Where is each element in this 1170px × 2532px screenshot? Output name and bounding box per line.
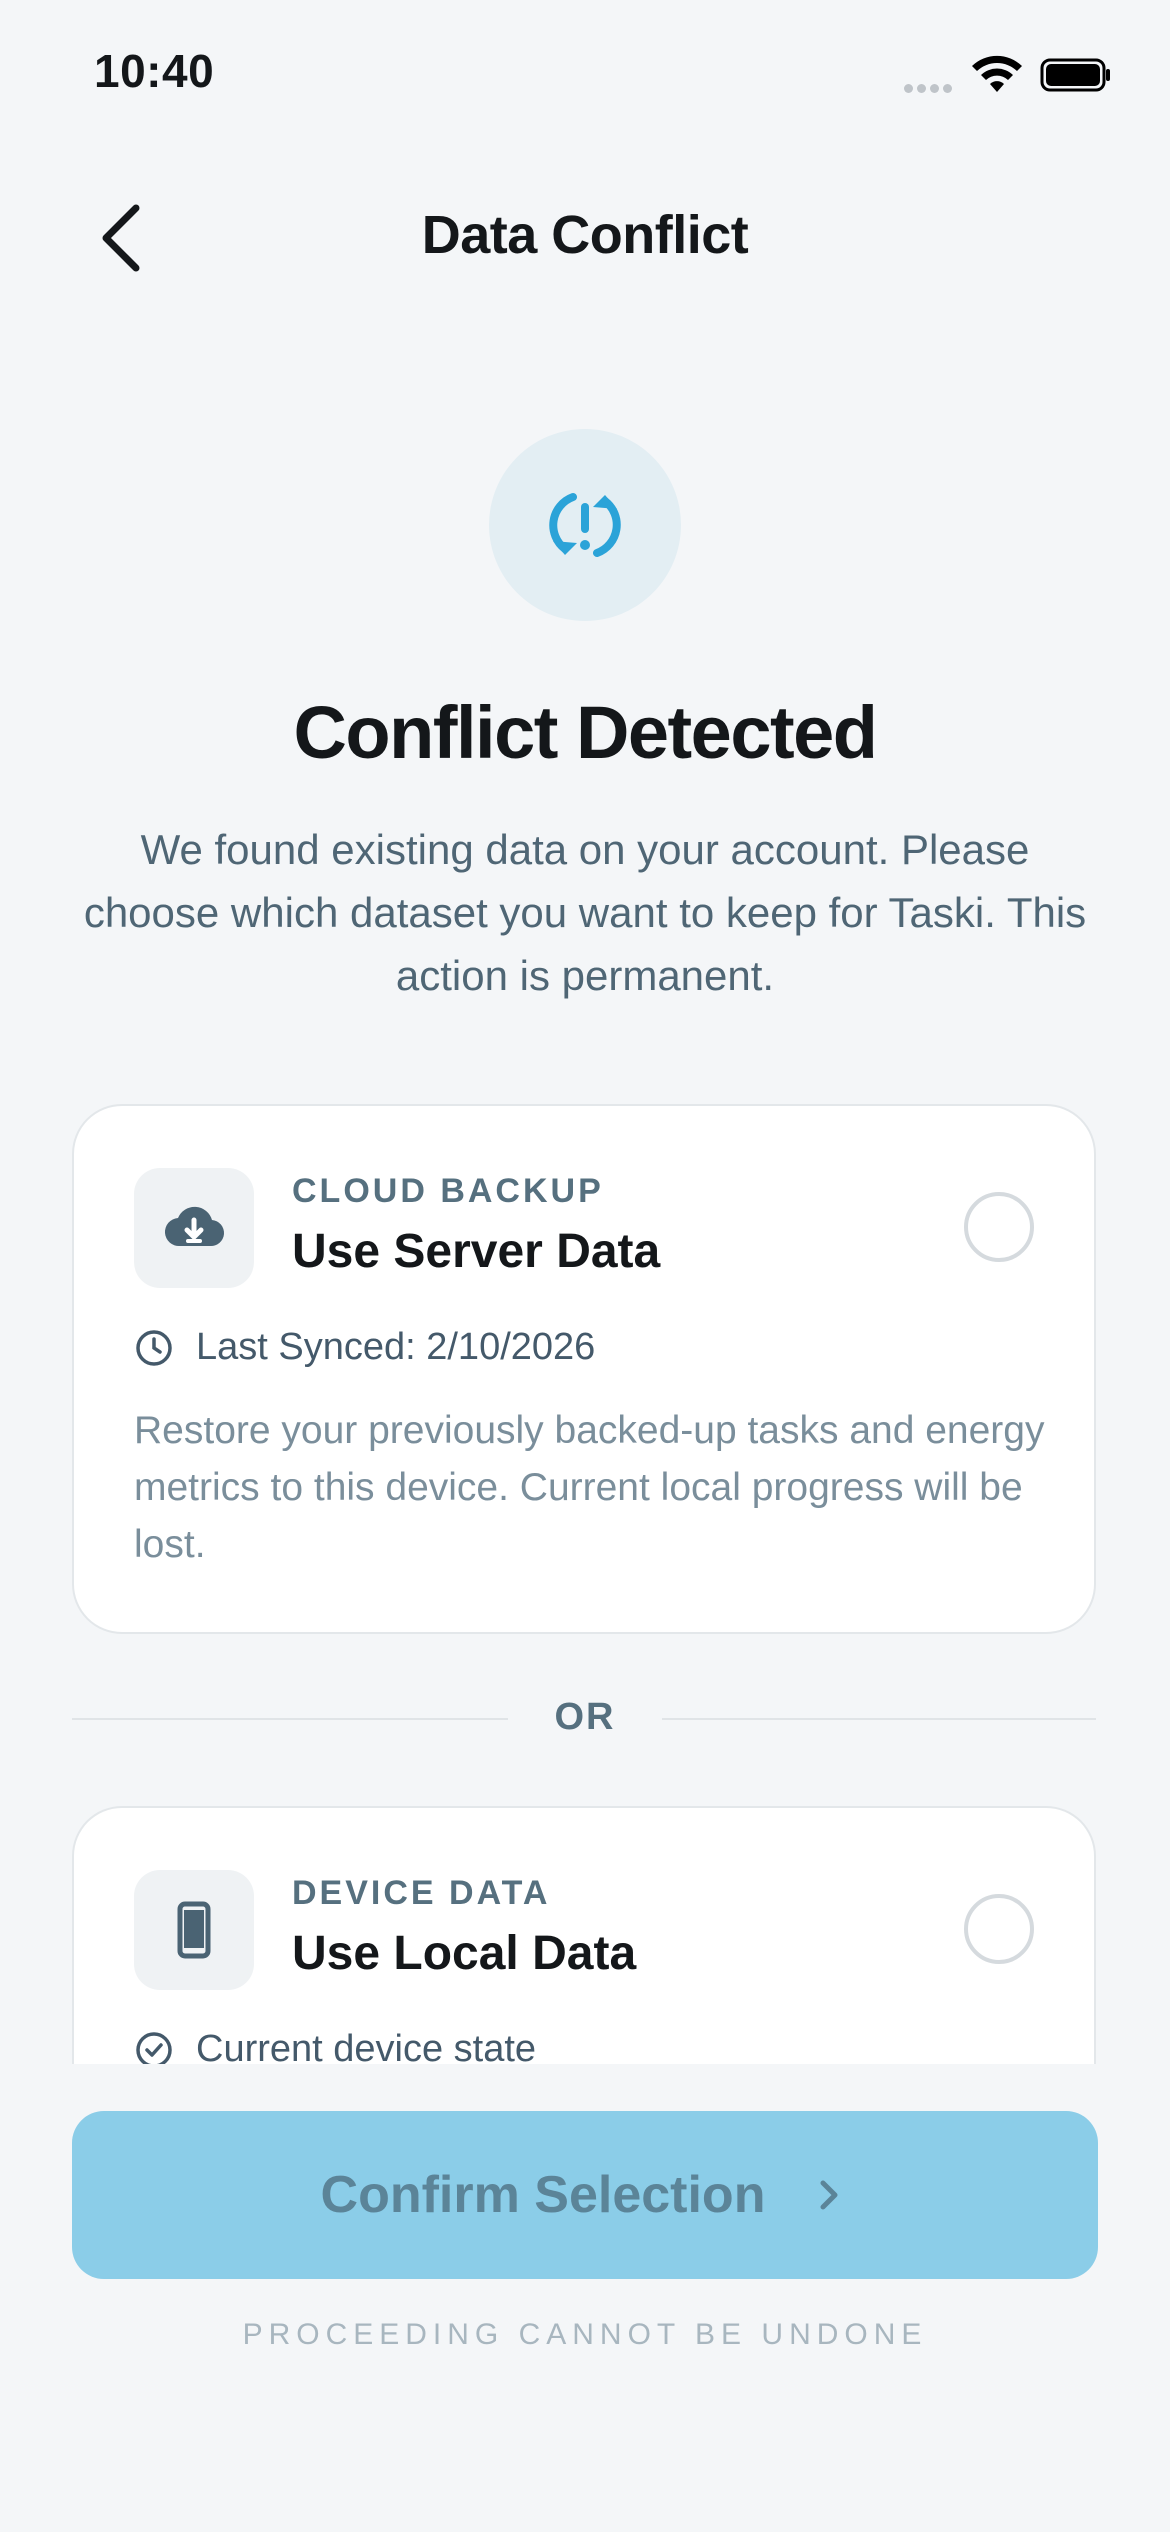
option-radio-local[interactable] [964, 1894, 1034, 1964]
page-title: Data Conflict [421, 205, 749, 265]
sync-alert-icon [549, 493, 621, 557]
clock-icon [136, 1329, 172, 1366]
option-kicker: DEVICE DATA [292, 1874, 551, 1912]
status-time: 10:40 [94, 45, 215, 97]
option-icon-box [134, 1168, 254, 1288]
cloud-download-icon [164, 1206, 225, 1247]
confirm-button-label: Confirm Selection [320, 2166, 766, 2224]
hero-icon-container [489, 429, 681, 621]
wifi-icon [972, 55, 1022, 92]
option-title: Use Server Data [292, 1225, 661, 1278]
option-icon-box [134, 1870, 254, 1990]
option-card-local[interactable]: DEVICE DATA Use Local Data Current devic… [72, 1806, 1096, 2066]
chevron-right-icon [820, 2180, 838, 2210]
battery-icon [1040, 58, 1110, 92]
option-card-server[interactable]: CLOUD BACKUP Use Server Data Last Synced… [72, 1104, 1096, 1634]
option-title: Use Local Data [292, 1927, 637, 1980]
footer-warning: PROCEEDING CANNOT BE UNDONE [242, 2318, 928, 2351]
smartphone-icon [177, 1901, 211, 1959]
cellular-signal-icon [904, 80, 960, 93]
check-circle-icon [136, 2031, 172, 2066]
option-description: Restore your previously backed-up tasks … [134, 1409, 1045, 1566]
device-state-text: Current device state [196, 2028, 537, 2066]
last-synced-text: Last Synced: 2/10/2026 [196, 1326, 596, 1368]
conflict-description: We found existing data on your account. … [83, 826, 1087, 999]
option-meta: Current device state [134, 2028, 536, 2066]
option-kicker: CLOUD BACKUP [292, 1172, 604, 1210]
option-meta: Last Synced: 2/10/2026 [134, 1326, 595, 1369]
option-radio-server[interactable] [964, 1192, 1034, 1262]
divider-or-label: OR [554, 1696, 616, 1738]
conflict-heading: Conflict Detected [293, 691, 878, 774]
confirm-selection-button[interactable]: Confirm Selection [72, 2111, 1098, 2279]
